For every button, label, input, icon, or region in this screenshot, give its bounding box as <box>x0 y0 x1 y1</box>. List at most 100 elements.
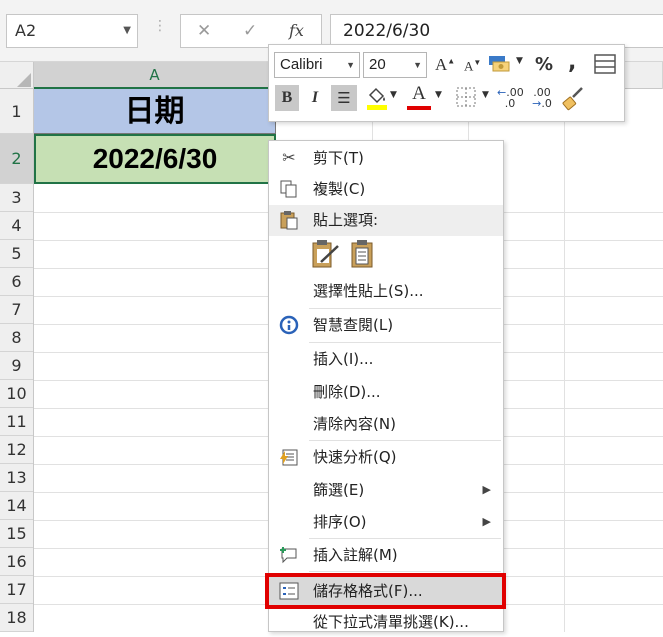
chevron-down-icon[interactable]: ▼ <box>435 90 442 100</box>
menu-item-label: 排序(O) <box>313 513 367 531</box>
smart-lookup-icon <box>277 310 301 345</box>
font-color-swatch <box>407 106 431 110</box>
select-all-button[interactable] <box>0 62 34 89</box>
italic-button[interactable]: I <box>303 85 327 111</box>
row-header[interactable]: 4 <box>0 212 33 240</box>
chevron-down-icon[interactable]: ▼ <box>516 56 523 66</box>
enter-icon[interactable]: ✓ <box>243 21 257 41</box>
font-size-value: 20 <box>369 56 386 73</box>
menu-item-sort[interactable]: 排序(O) ▶ <box>269 507 503 537</box>
menu-item-label: 選擇性貼上(S)... <box>313 282 424 300</box>
paste-options-row <box>309 236 389 272</box>
shrink-font-button[interactable]: A▼ <box>464 58 481 74</box>
menu-separator <box>309 571 501 572</box>
row-header[interactable]: 2 <box>0 134 33 184</box>
menu-item-paste-special[interactable]: 選擇性貼上(S)... <box>269 276 503 306</box>
grow-font-button[interactable]: A▲ <box>435 55 455 75</box>
format-painter-icon[interactable] <box>561 85 585 111</box>
copy-icon <box>277 174 301 208</box>
paste-formatting-svg <box>312 240 339 268</box>
row-header[interactable]: 12 <box>0 436 33 464</box>
paste-formatting-icon[interactable] <box>311 238 341 270</box>
row-header[interactable]: 17 <box>0 576 33 604</box>
menu-item-quick-analysis[interactable]: 快速分析(Q) <box>269 442 503 472</box>
borders-icon[interactable] <box>455 87 477 109</box>
row-header[interactable]: 11 <box>0 408 33 436</box>
row-header[interactable]: 6 <box>0 268 33 296</box>
menu-separator <box>309 308 501 309</box>
row-header[interactable]: 3 <box>0 184 33 212</box>
font-color-button[interactable]: A <box>407 83 431 111</box>
menu-item-label: 剪下(T) <box>313 149 364 167</box>
menu-item-filter[interactable]: 篩選(E) ▶ <box>269 475 503 505</box>
menu-item-copy[interactable]: 複製(C) <box>269 174 503 204</box>
insert-function-button[interactable]: fx <box>289 21 304 40</box>
row-header[interactable]: 10 <box>0 380 33 408</box>
menu-item-cut[interactable]: ✂ 剪下(T) <box>269 143 503 173</box>
row-header[interactable]: 13 <box>0 464 33 492</box>
menu-item-delete[interactable]: 刪除(D)... <box>269 377 503 407</box>
row-header[interactable]: 7 <box>0 296 33 324</box>
chevron-down-icon[interactable]: ▼ <box>346 53 355 77</box>
bold-button[interactable]: B <box>275 85 299 111</box>
wrap-borders-svg <box>594 54 616 74</box>
name-box-value: A2 <box>15 21 37 40</box>
menu-item-label: 篩選(E) <box>313 481 365 499</box>
name-box[interactable]: A2 ▼ <box>6 14 138 48</box>
row-header[interactable]: 16 <box>0 548 33 576</box>
menu-item-insert[interactable]: 插入(I)... <box>269 344 503 374</box>
font-size-select[interactable]: 20 ▼ <box>363 52 427 78</box>
cell-a1[interactable]: 日期 <box>34 89 276 134</box>
paste-svg <box>351 240 373 268</box>
row-headers: 1 2 3 4 5 6 7 8 9 10 11 12 13 14 15 16 1… <box>0 89 34 632</box>
chevron-down-icon[interactable]: ▼ <box>123 15 131 47</box>
submenu-arrow-icon: ▶ <box>482 483 491 496</box>
align-center-icon[interactable]: ☰ <box>331 85 357 111</box>
quick-analysis-svg <box>280 449 298 466</box>
clipboard-svg <box>280 211 298 230</box>
font-name-select[interactable]: Calibri ▼ <box>274 52 360 78</box>
row-header[interactable]: 15 <box>0 520 33 548</box>
row-header[interactable]: 1 <box>0 89 33 134</box>
more-options-icon[interactable]: ⋮ <box>153 18 167 34</box>
paste-icon[interactable] <box>349 238 379 270</box>
row-header[interactable]: 14 <box>0 492 33 520</box>
column-header-a[interactable]: A <box>34 62 276 89</box>
accounting-format-icon[interactable] <box>487 53 513 77</box>
menu-item-paste-options: 貼上選項: <box>269 205 503 236</box>
formula-input[interactable]: 2022/6/30 <box>330 14 663 48</box>
fill-color-icon[interactable] <box>365 85 389 111</box>
row-header[interactable]: 9 <box>0 352 33 380</box>
menu-item-pick-from-list[interactable]: 從下拉式清單挑選(K)... <box>269 607 503 637</box>
menu-separator <box>309 440 501 441</box>
menu-item-label: 刪除(D)... <box>313 383 381 401</box>
menu-item-label: 儲存格格式(F)... <box>313 582 423 600</box>
wrap-borders-icon[interactable] <box>593 54 617 76</box>
chevron-down-icon[interactable]: ▼ <box>413 53 422 77</box>
row-header[interactable]: 8 <box>0 324 33 352</box>
cell-a2[interactable]: 2022/6/30 <box>34 134 276 184</box>
chevron-down-icon[interactable]: ▼ <box>482 90 489 100</box>
menu-item-insert-comment[interactable]: 插入註解(M) <box>269 540 503 570</box>
percent-style-button[interactable]: % <box>535 54 553 75</box>
comment-icon <box>277 540 301 575</box>
menu-item-smart-lookup[interactable]: 智慧查閱(L) <box>269 310 503 340</box>
menu-item-label: 清除內容(N) <box>313 415 396 433</box>
accounting-format-svg <box>489 56 510 72</box>
decrease-decimal-button[interactable]: .00 →.0 <box>529 87 555 109</box>
comma-style-button[interactable]: , <box>568 50 576 75</box>
decrease-decimal-sample: .0 <box>541 97 552 110</box>
shrink-font-label: A <box>464 58 474 74</box>
cancel-icon[interactable]: ✕ <box>197 21 211 41</box>
comment-svg <box>280 547 297 564</box>
menu-item-format-cells[interactable]: 儲存格格式(F)... <box>269 576 503 606</box>
menu-item-label: 插入(I)... <box>313 350 374 368</box>
chevron-down-icon[interactable]: ▼ <box>390 90 397 100</box>
menu-item-clear-contents[interactable]: 清除內容(N) <box>269 409 503 439</box>
borders-svg <box>456 87 476 107</box>
menu-separator <box>309 538 501 539</box>
row-header[interactable]: 5 <box>0 240 33 268</box>
row-header[interactable]: 18 <box>0 604 33 632</box>
increase-decimal-button[interactable]: ←.00.0 <box>497 87 524 109</box>
copy-svg <box>280 180 297 198</box>
